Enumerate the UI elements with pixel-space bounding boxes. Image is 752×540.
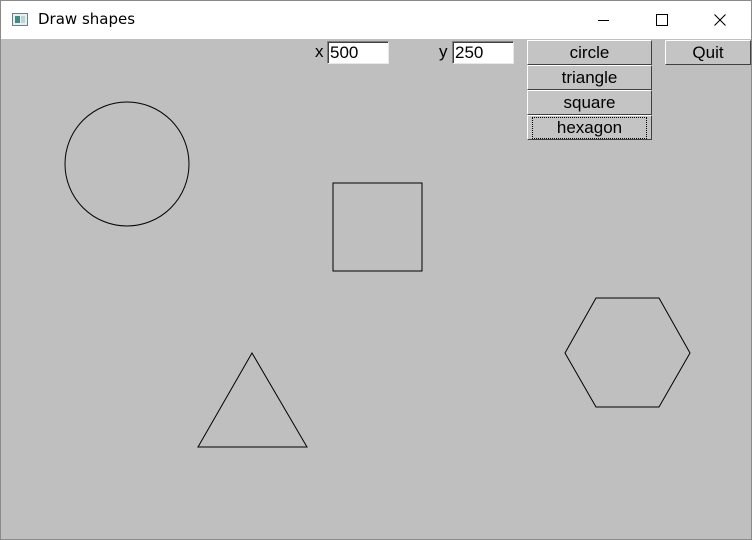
app-window-icon — [12, 13, 28, 26]
hexagon-button[interactable]: hexagon — [527, 115, 652, 140]
close-icon — [714, 14, 726, 26]
quit-button[interactable]: Quit — [665, 40, 751, 65]
x-input[interactable]: 500 — [327, 41, 389, 64]
triangle-button-label: triangle — [561, 67, 618, 87]
triangle-button[interactable]: triangle — [527, 65, 652, 90]
square-button[interactable]: square — [527, 90, 652, 115]
app-window: Draw shapes x 500 y 250 circle triangle … — [0, 0, 752, 540]
hexagon-shape — [564, 297, 691, 408]
y-label: y — [439, 42, 448, 61]
circle-button-label: circle — [569, 42, 610, 62]
title-bar[interactable]: Draw shapes — [1, 1, 751, 39]
hexagon-button-label: hexagon — [531, 116, 648, 139]
maximize-button[interactable] — [633, 1, 691, 39]
triangle-shape — [197, 352, 308, 448]
square-button-label: square — [563, 92, 616, 112]
minimize-icon — [598, 20, 609, 21]
square-shape — [332, 182, 423, 272]
x-label: x — [315, 42, 324, 61]
window-title: Draw shapes — [38, 10, 136, 28]
circle-button[interactable]: circle — [527, 40, 652, 65]
quit-button-label: Quit — [692, 42, 724, 62]
close-button[interactable] — [691, 1, 749, 39]
minimize-button[interactable] — [575, 1, 633, 39]
maximize-icon — [656, 14, 668, 26]
y-input[interactable]: 250 — [452, 41, 514, 64]
circle-shape — [64, 101, 190, 227]
drawing-area[interactable]: x 500 y 250 circle triangle square hexag… — [1, 39, 751, 539]
